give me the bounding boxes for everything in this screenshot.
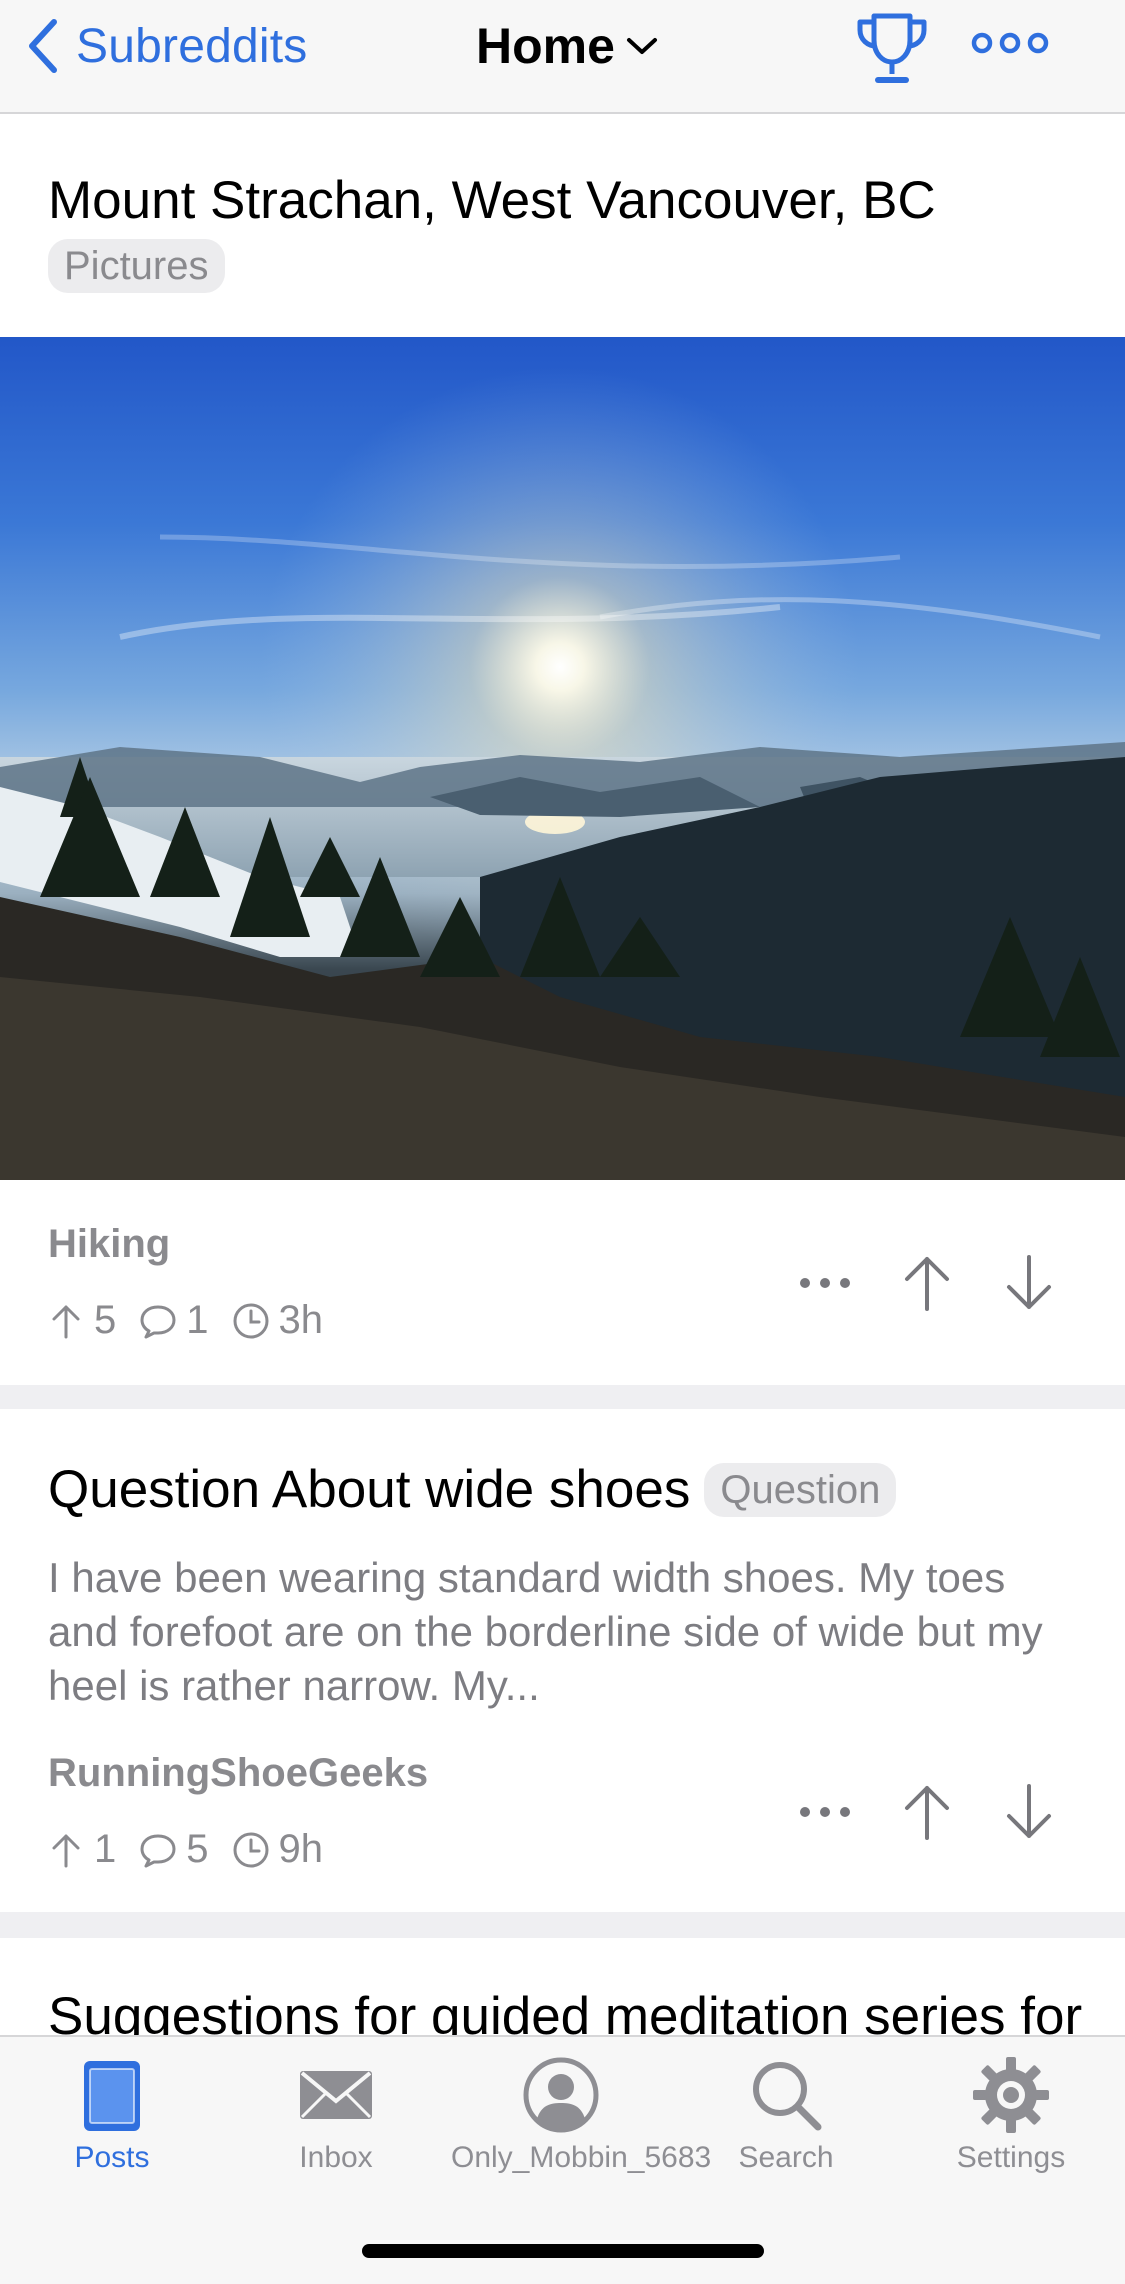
- tab-profile[interactable]: Only_Mobbin_5683: [451, 2055, 711, 2175]
- post-separator: [0, 1385, 1125, 1409]
- comment-bubble-icon: [140, 1305, 176, 1338]
- post-preview-text: I have been wearing standard width shoes…: [48, 1554, 1043, 1709]
- inbox-icon: [300, 2071, 372, 2119]
- arrow-down-icon: [1007, 1255, 1051, 1309]
- post-options-button[interactable]: [790, 1777, 860, 1847]
- upvote-count: 5: [46, 1298, 116, 1343]
- clock-icon: [233, 1832, 268, 1867]
- arrow-up-icon: [905, 1257, 949, 1311]
- landscape-photo: [0, 337, 1125, 1180]
- tab-inbox[interactable]: Inbox: [226, 2055, 446, 2175]
- ellipsis-icon: [800, 1278, 850, 1288]
- post-options-button[interactable]: [790, 1248, 860, 1318]
- arrow-down-icon: [1007, 1784, 1051, 1838]
- tab-settings[interactable]: Settings: [901, 2055, 1121, 2175]
- downvote-button[interactable]: [994, 1777, 1064, 1847]
- navigation-bar: Subreddits Home: [0, 0, 1125, 114]
- arrow-up-icon: [905, 1786, 949, 1840]
- search-icon: [753, 2062, 822, 2131]
- post-title: Mount Strachan, West Vancouver, BC: [48, 171, 936, 230]
- subreddit-name[interactable]: RunningShoeGeeks: [48, 1751, 428, 1796]
- post-image[interactable]: [0, 337, 1125, 1180]
- arrow-up-icon: [52, 1305, 80, 1338]
- more-options-icon[interactable]: [970, 26, 1050, 60]
- upvote-button[interactable]: [892, 1248, 962, 1318]
- post-age: 9h: [231, 1827, 323, 1872]
- post-title: Question About wide shoes: [48, 1460, 691, 1519]
- profile-icon: [523, 2057, 599, 2133]
- post-separator: [0, 1912, 1125, 1938]
- upvote-button[interactable]: [892, 1777, 962, 1847]
- app-screen: Subreddits Home Mount Strachan, West Van…: [0, 0, 1125, 2284]
- page-title: Home: [476, 18, 615, 74]
- post-meta: 5 1 3h: [46, 1298, 345, 1343]
- home-indicator: [362, 2244, 764, 2258]
- back-button[interactable]: Subreddits: [24, 14, 307, 78]
- arrow-up-icon: [52, 1834, 80, 1867]
- chevron-down-icon: [626, 38, 657, 54]
- downvote-button[interactable]: [994, 1248, 1064, 1318]
- post-card[interactable]: Question About wide shoes Question I hav…: [0, 1409, 1125, 1912]
- comment-count: 5: [138, 1827, 209, 1872]
- ellipsis-icon: [800, 1807, 850, 1817]
- gear-icon: [973, 2057, 1049, 2133]
- subreddit-name[interactable]: Hiking: [48, 1222, 170, 1267]
- comment-bubble-icon: [140, 1834, 176, 1867]
- clock-icon: [233, 1303, 268, 1338]
- post-flair: Question: [704, 1462, 897, 1517]
- tab-search[interactable]: Search: [676, 2055, 896, 2175]
- post-footer: Hiking 5 1 3h: [0, 1180, 1125, 1385]
- post-title: Suggestions for guided meditation series…: [48, 1987, 1083, 2035]
- comment-count: 1: [138, 1298, 209, 1343]
- tab-posts[interactable]: Posts: [2, 2055, 222, 2175]
- feed-selector[interactable]: Home: [476, 14, 659, 78]
- post-meta: 1 5 9h: [46, 1827, 345, 1872]
- post-flair: Pictures: [48, 239, 225, 293]
- upvote-count: 1: [46, 1827, 116, 1872]
- trophy-icon[interactable]: [852, 8, 932, 88]
- back-button-label: Subreddits: [76, 19, 308, 73]
- post-card[interactable]: Suggestions for guided meditation series…: [0, 1938, 1125, 2035]
- posts-icon: [84, 2061, 140, 2131]
- post-age: 3h: [231, 1298, 323, 1343]
- chevron-left-icon: [29, 19, 57, 73]
